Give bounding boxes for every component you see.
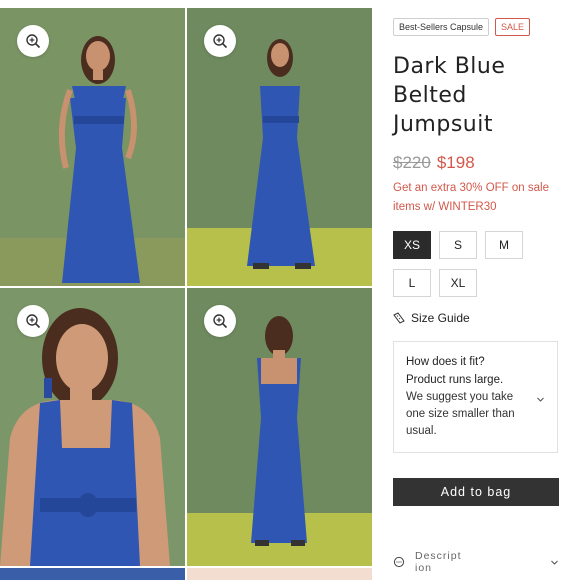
ruler-icon	[393, 312, 405, 324]
product-tags: Best-Sellers Capsule SALE	[393, 18, 563, 36]
gallery-image-5[interactable]	[0, 568, 185, 580]
size-option-xl[interactable]: XL	[439, 269, 477, 297]
description-accordion[interactable]: Description	[393, 550, 559, 574]
product-gallery	[0, 0, 372, 580]
promo-text: Get an extra 30% OFF on sale items w/ WI…	[393, 182, 549, 213]
sale-badge: SALE	[495, 18, 531, 36]
gallery-image-3[interactable]	[0, 288, 185, 566]
size-option-l[interactable]: L	[393, 269, 431, 297]
size-option-xs[interactable]: XS	[393, 231, 431, 259]
zoom-in-icon	[213, 314, 228, 329]
zoom-button[interactable]	[17, 305, 49, 337]
zoom-button[interactable]	[17, 25, 49, 57]
size-selector: XS S M L XL	[393, 231, 563, 297]
chevron-down-icon	[551, 560, 558, 565]
fit-question: How does it fit?	[406, 356, 485, 368]
zoom-in-icon	[213, 34, 228, 49]
description-label: Description	[415, 550, 462, 574]
size-guide-link[interactable]: Size Guide	[393, 311, 563, 325]
size-guide-label: Size Guide	[411, 311, 470, 325]
sale-price: $198	[436, 153, 475, 172]
price-row: $220 $198	[393, 153, 563, 173]
chevron-down-icon	[537, 397, 544, 402]
collection-tag[interactable]: Best-Sellers Capsule	[393, 18, 490, 36]
zoom-in-icon	[26, 34, 41, 49]
gallery-image-6[interactable]	[187, 568, 372, 580]
zoom-button[interactable]	[204, 305, 236, 337]
zoom-in-icon	[26, 314, 41, 329]
gallery-image-2[interactable]	[187, 8, 372, 286]
fit-suggestion: We suggest you take one size smaller tha…	[406, 391, 515, 437]
product-title: Dark Blue Belted Jumpsuit	[393, 54, 506, 137]
original-price: $220	[393, 153, 431, 172]
gallery-image-1[interactable]	[0, 8, 185, 286]
size-option-m[interactable]: M	[485, 231, 523, 259]
zoom-button[interactable]	[204, 25, 236, 57]
fit-answer: Product runs large.	[406, 374, 504, 386]
chat-bubble-icon	[393, 556, 405, 568]
gallery-image-4[interactable]	[187, 288, 372, 566]
product-info: Best-Sellers Capsule SALE Dark Blue Belt…	[393, 18, 563, 453]
fit-info-box[interactable]: How does it fit? Product runs large. We …	[393, 341, 558, 453]
size-option-s[interactable]: S	[439, 231, 477, 259]
add-to-bag-button[interactable]: Add to bag	[393, 478, 559, 506]
